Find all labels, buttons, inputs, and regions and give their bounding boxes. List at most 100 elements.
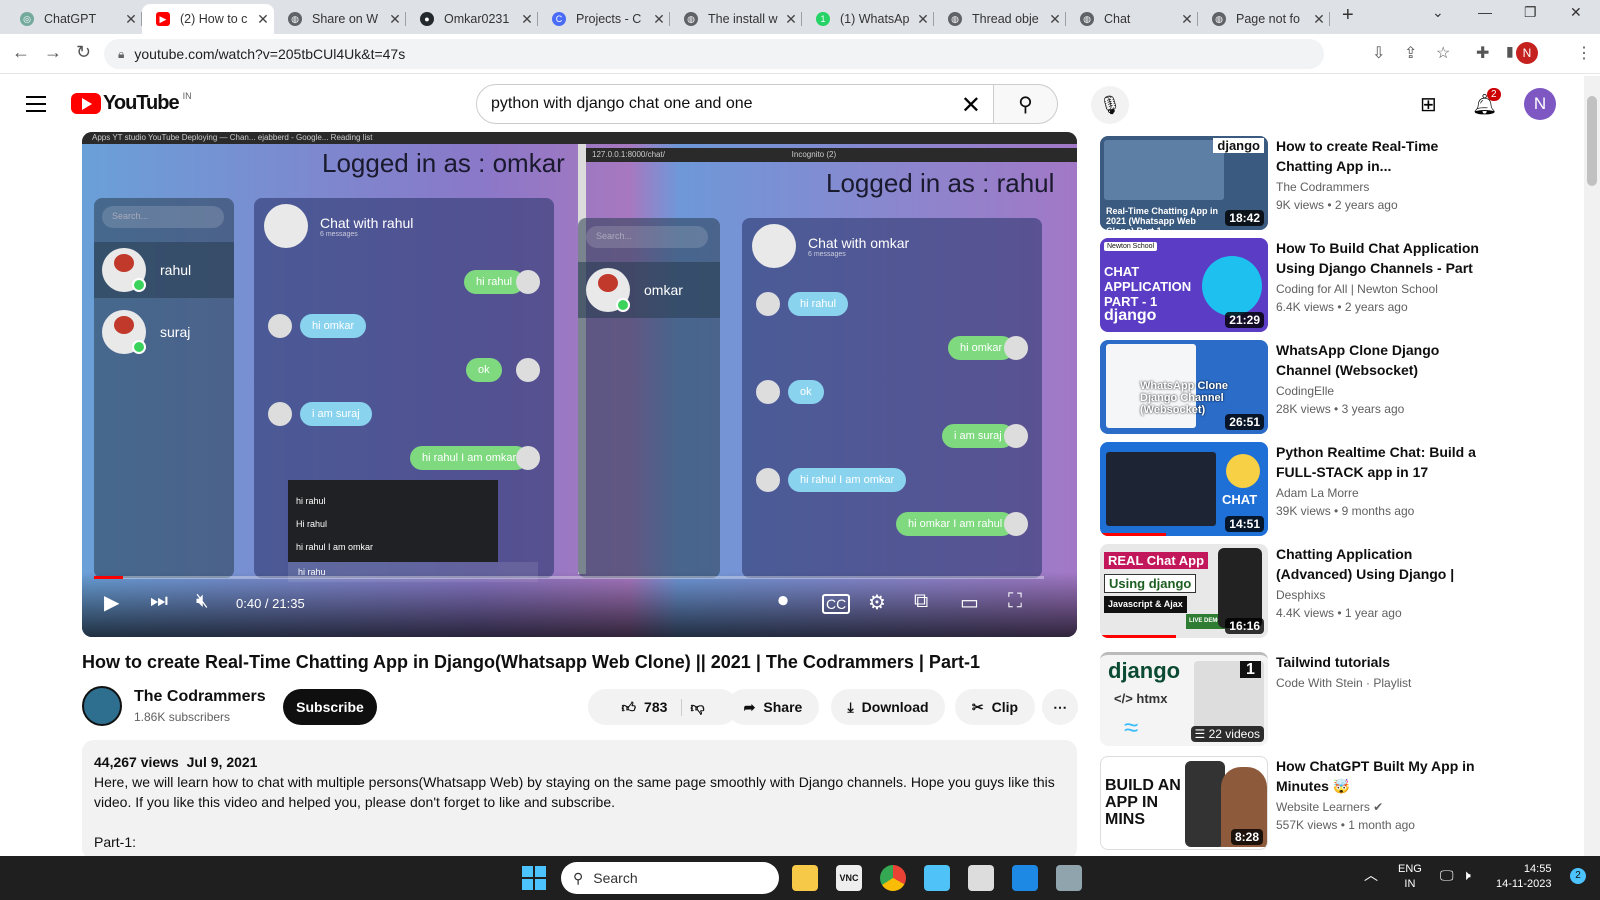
captions-icon[interactable]: CC [822, 594, 851, 614]
chrome-icon[interactable] [880, 865, 906, 891]
browser-tab[interactable]: ◍ Page not fo ✕ [1198, 4, 1330, 34]
player-time: 0:40 / 21:35 [236, 596, 305, 611]
recommended-title: How to create Real-Time Chatting App in.… [1276, 138, 1439, 174]
close-tab-icon[interactable]: ✕ [1308, 11, 1330, 28]
new-tab-button[interactable]: + [1342, 4, 1354, 27]
vscode-icon[interactable] [1012, 865, 1038, 891]
recommended-video[interactable]: REAL Chat App Using django Javascript & … [1100, 544, 1580, 638]
voice-search-button[interactable]: 🎙︎ [1091, 86, 1129, 124]
file-explorer-icon[interactable] [792, 865, 818, 891]
menu-icon[interactable] [26, 96, 46, 117]
chat-message: ok [466, 358, 502, 382]
tab-search-chevron-icon[interactable]: ⌄ [1432, 4, 1444, 21]
subscribe-button[interactable]: Subscribe [283, 689, 377, 725]
search-button[interactable]: ⚲ [994, 84, 1058, 124]
browser-tab[interactable]: ◍ Thread obje ✕ [934, 4, 1066, 34]
vnc-viewer-icon[interactable]: VNC [836, 865, 862, 891]
language-indicator[interactable]: ENG IN [1398, 862, 1422, 892]
clip-button[interactable]: ✂ Clip [955, 689, 1035, 725]
windows-start-icon[interactable] [522, 866, 546, 890]
search-input[interactable]: python with django chat one and one ✕ [476, 84, 994, 124]
tailwind-logo-icon: ≈ [1124, 712, 1139, 742]
taskbar-search[interactable]: ⚲ Search [561, 862, 779, 894]
address-bar[interactable]: 🔒︎ youtube.com/watch?v=205tbCUl4Uk&t=47s [104, 39, 1324, 69]
user-avatar[interactable]: N [1524, 88, 1556, 120]
browser-tab[interactable]: C Projects - C ✕ [538, 4, 670, 34]
browser-profile-avatar[interactable]: N [1516, 42, 1538, 64]
theater-mode-icon[interactable]: ▭ [960, 590, 979, 615]
chat-message: hi rahul I am omkar [410, 446, 529, 470]
dislike-button[interactable]: 👎︎ [690, 699, 704, 716]
browser-tab[interactable]: ● Omkar0231 ✕ [406, 4, 538, 34]
globe-icon: ◍ [288, 12, 302, 26]
youtube-logo[interactable]: YouTube IN [71, 91, 192, 115]
channel-avatar[interactable] [82, 686, 122, 726]
create-video-icon[interactable]: ⊞ [1420, 92, 1437, 117]
video-description[interactable]: 44,267 views Jul 9, 2021 Here, we will l… [82, 740, 1077, 860]
recommended-video[interactable]: django Real-Time Chatting App in 2021 (W… [1100, 136, 1580, 230]
like-button[interactable]: 👍︎ 783 [621, 698, 683, 716]
recommended-playlist[interactable]: django </> htmx ≈ 1 ☰ 22 videos Tailwind… [1100, 652, 1580, 746]
minimize-icon[interactable]: — [1478, 4, 1492, 20]
video-player[interactable]: Apps YT studio YouTube Deploying — Chan.… [82, 132, 1077, 637]
taskbar-clock[interactable]: 14:55 14-11-2023 [1496, 862, 1551, 892]
forward-icon[interactable]: → [44, 42, 62, 63]
snipping-tool-icon[interactable] [968, 865, 994, 891]
share-icon[interactable]: ⇪ [1404, 43, 1417, 63]
browser-tab[interactable]: ◍ The install w ✕ [670, 4, 802, 34]
lock-icon: 🔒︎ [118, 46, 125, 61]
close-window-icon[interactable]: ✕ [1570, 4, 1582, 21]
network-icon[interactable]: 🖵︎ [1440, 868, 1454, 883]
muted-speaker-icon[interactable]: 🕨︎ [1462, 868, 1471, 883]
fullscreen-icon[interactable]: ⛶ [1008, 590, 1022, 613]
tray-chevron-icon[interactable]: ︿ [1364, 868, 1378, 883]
settings-gear-icon[interactable]: ⚙ [868, 590, 886, 615]
side-panel-icon[interactable]: ▮ [1506, 43, 1514, 60]
close-tab-icon[interactable]: ✕ [1176, 11, 1198, 28]
scrollbar-thumb[interactable] [1587, 96, 1597, 186]
recommended-video[interactable]: BUILD AN APP IN MINS 8:28 How ChatGPT Bu… [1100, 756, 1580, 850]
muted-volume-icon[interactable]: 🔇︎ [196, 590, 209, 613]
notification-center-badge[interactable]: 2 [1570, 868, 1586, 884]
close-tab-icon[interactable]: ✕ [384, 11, 406, 28]
progress-bar[interactable] [94, 576, 1044, 579]
close-tab-icon[interactable]: ✕ [648, 11, 670, 28]
page-scrollbar[interactable] [1584, 76, 1600, 856]
browser-menu-icon[interactable]: ⋮ [1576, 43, 1592, 63]
recommended-video[interactable]: CHAT 14:51 Python Realtime Chat: Build a… [1100, 442, 1580, 536]
browser-tab-active[interactable]: ▶ (2) How to c ✕ [142, 4, 274, 34]
extensions-icon[interactable]: ✚ [1476, 43, 1489, 63]
next-video-icon[interactable]: ⏭︎ [150, 590, 168, 613]
channel-name[interactable]: The Codrammers [134, 688, 266, 706]
miniplayer-icon[interactable]: ⧉ [914, 590, 928, 613]
close-tab-icon[interactable]: ✕ [912, 11, 934, 28]
play-icon[interactable]: ▶ [104, 590, 119, 615]
recommended-video[interactable]: WhatsApp Clone Django Channel (Websocket… [1100, 340, 1580, 434]
description-text: Here, we will learn how to chat with mul… [94, 774, 1055, 810]
close-tab-icon[interactable]: ✕ [120, 11, 142, 28]
close-tab-icon[interactable]: ✕ [1044, 11, 1066, 28]
more-actions-button[interactable]: ⋯ [1042, 689, 1078, 725]
browser-tab[interactable]: ◍ Chat ✕ [1066, 4, 1198, 34]
back-icon[interactable]: ← [12, 42, 30, 63]
app-icon[interactable] [1056, 865, 1082, 891]
maximize-icon[interactable]: ❐ [1524, 4, 1537, 21]
browser-tab[interactable]: ◍ Share on W ✕ [274, 4, 406, 34]
clear-search-icon[interactable]: ✕ [961, 91, 981, 120]
bookmark-star-icon[interactable]: ☆ [1436, 43, 1450, 63]
video-thumbnail: REAL Chat App Using django Javascript & … [1100, 544, 1268, 638]
close-tab-icon[interactable]: ✕ [252, 11, 274, 28]
close-tab-icon[interactable]: ✕ [516, 11, 538, 28]
install-icon[interactable]: ⇩ [1372, 43, 1385, 63]
reload-icon[interactable]: ↻ [76, 42, 91, 63]
download-button[interactable]: ⤓ Download [831, 689, 945, 725]
close-tab-icon[interactable]: ✕ [780, 11, 802, 28]
notepad-icon[interactable] [924, 865, 950, 891]
video-duration: 8:28 [1230, 829, 1263, 845]
recommended-video[interactable]: Newton School CHAT APPLICATION PART - 1 … [1100, 238, 1580, 332]
share-button[interactable]: ➦ Share [727, 689, 819, 725]
autoplay-toggle[interactable]: ⏺︎ [778, 590, 788, 613]
browser-tab[interactable]: ◎ ChatGPT ✕ [6, 4, 142, 34]
browser-tab[interactable]: 1 (1) WhatsAp ✕ [802, 4, 934, 34]
message-avatar [516, 270, 540, 294]
